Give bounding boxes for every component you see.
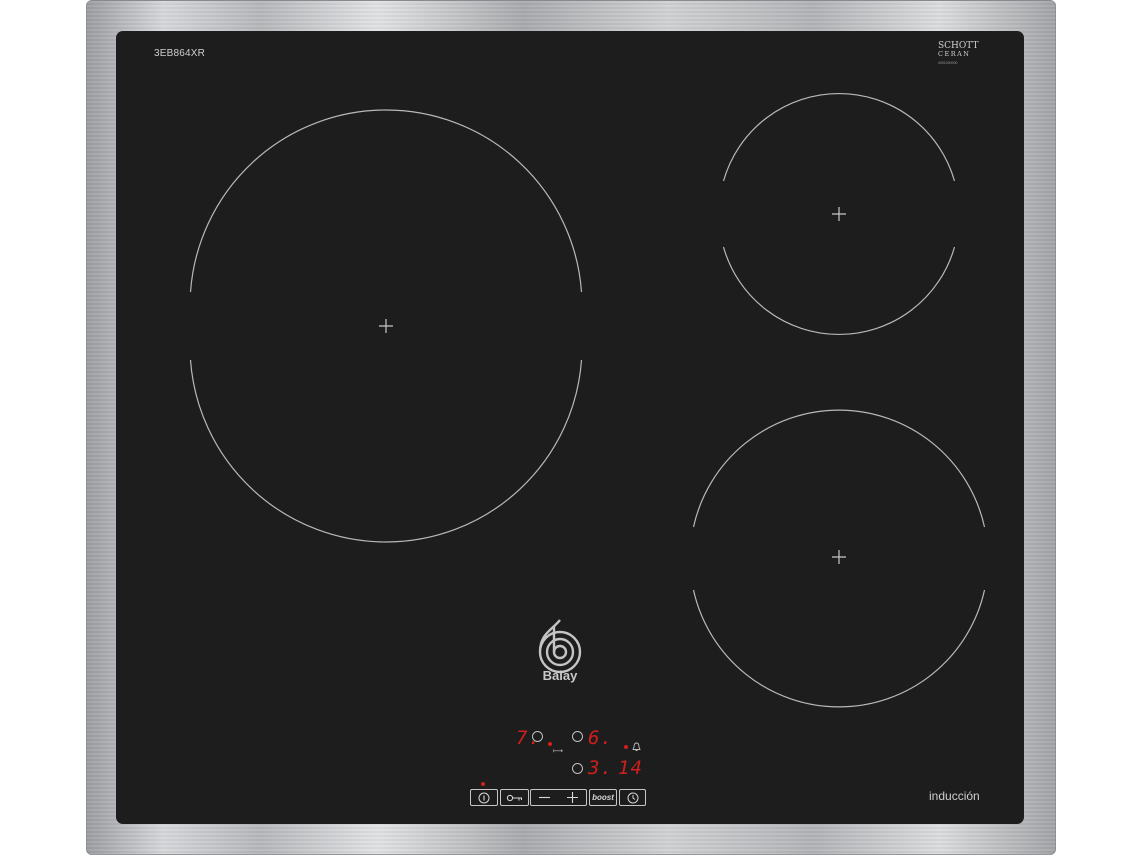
timer-display: 14	[618, 757, 643, 779]
zone-bottom-right-selector-icon[interactable]	[572, 763, 583, 774]
clock-icon	[627, 792, 638, 803]
power-indicator-dot	[481, 782, 485, 786]
cooking-zone-left[interactable]	[189, 109, 583, 543]
zone-left-selector-icon[interactable]	[532, 731, 543, 742]
power-icon	[478, 792, 490, 803]
boost-button[interactable]: boost	[589, 789, 617, 806]
display-zone-bottom-right: 3.	[588, 757, 613, 779]
minus-icon[interactable]	[539, 796, 550, 799]
plus-icon[interactable]	[567, 792, 578, 803]
key-icon	[506, 794, 522, 801]
bell-icon	[632, 742, 641, 751]
cooking-zones	[189, 93, 986, 708]
timer-button[interactable]	[619, 789, 646, 806]
child-lock-button[interactable]	[500, 789, 529, 806]
power-button[interactable]	[470, 789, 498, 806]
display-zone-top-right: 6.	[588, 727, 613, 749]
bridge-zone-icon: ⟼	[553, 748, 564, 755]
power-level-slider[interactable]	[530, 789, 587, 806]
induction-label: inducción	[929, 789, 980, 803]
brand-name: Balay	[542, 668, 578, 683]
cooking-zone-bottom-right[interactable]	[692, 409, 986, 708]
timer-active-dot	[624, 745, 628, 749]
cooking-zone-top-right[interactable]	[722, 93, 956, 335]
zone-top-right-selector-icon[interactable]	[572, 731, 583, 742]
boost-label: boost	[592, 793, 614, 802]
zone-left-active-dot	[548, 742, 552, 746]
